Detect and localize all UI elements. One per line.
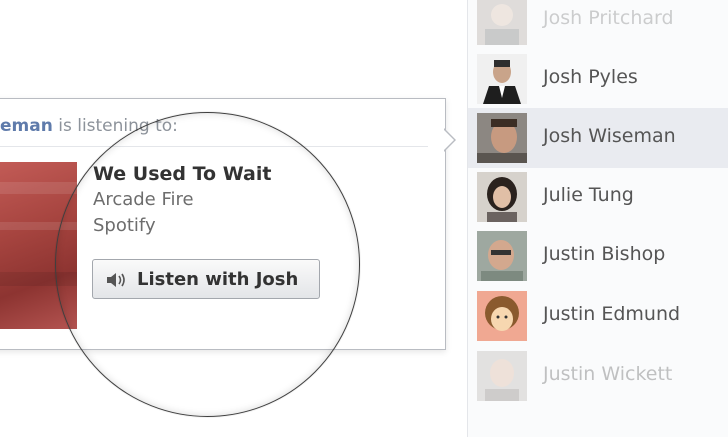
friend-name: Josh Pritchard [543,7,674,29]
friend-row-josh-wiseman[interactable]: Josh Wiseman [468,108,728,168]
chat-sidebar: Josh Pritchard Josh Pyles Josh Wiseman J… [467,0,728,437]
track-title[interactable]: We Used To Wait [93,163,271,185]
popover-arrow-inner [443,129,454,151]
avatar [477,291,527,341]
friend-name: Josh Wiseman [543,125,676,147]
avatar [477,351,527,401]
avatar [477,113,527,163]
friend-row-justin-wickett[interactable]: Justin Wickett [468,346,728,406]
listener-name-link[interactable]: eman [0,116,53,136]
friend-row-julie-tung[interactable]: Julie Tung [468,167,728,227]
avatar [477,231,527,281]
track-source[interactable]: Spotify [93,215,156,236]
listening-status-text: is listening to: [58,116,178,136]
listen-button-label: Listen with Josh [137,269,299,290]
avatar [477,54,527,104]
friend-name: Julie Tung [543,184,634,206]
friend-name: Justin Wickett [543,363,673,385]
friend-row-josh-pyles[interactable]: Josh Pyles [468,49,728,109]
avatar [477,172,527,222]
album-art[interactable] [0,162,77,329]
friend-name: Justin Bishop [543,243,666,265]
listen-with-button[interactable]: Listen with Josh [92,259,320,299]
listening-header: eman is listening to: [0,116,178,136]
track-artist[interactable]: Arcade Fire [93,189,194,210]
speaker-icon [107,273,125,287]
friend-name: Josh Pyles [543,66,638,88]
header-divider [0,146,428,147]
friend-name: Justin Edmund [543,303,681,325]
friend-row-josh-pritchard[interactable]: Josh Pritchard [468,0,728,50]
friend-row-justin-edmund[interactable]: Justin Edmund [468,286,728,346]
friend-row-justin-bishop[interactable]: Justin Bishop [468,226,728,286]
avatar [477,0,527,45]
